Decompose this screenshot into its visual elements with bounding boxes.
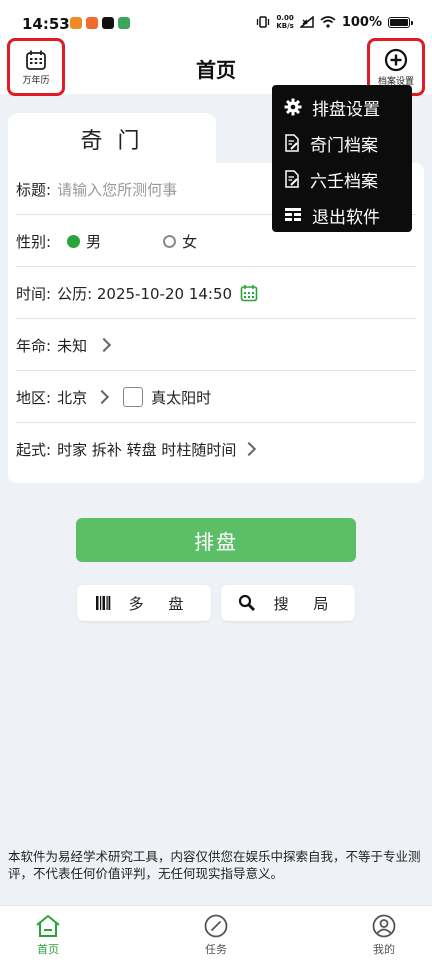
exit-icon: [285, 208, 301, 221]
document-edit-icon: [285, 170, 299, 188]
region-row: 地区: 北京 真太阳时: [8, 371, 424, 423]
life-value: 未知: [57, 336, 88, 355]
life-row[interactable]: 年命: 未知: [8, 319, 424, 371]
layout-button[interactable]: 排盘: [76, 518, 356, 562]
radio-unchecked-icon: [163, 234, 177, 248]
wifi-icon: [320, 16, 336, 28]
method-label: 起式:: [16, 440, 52, 459]
gender-male-radio[interactable]: 男: [67, 231, 101, 252]
multi-chart-button[interactable]: 多 盘: [77, 585, 211, 621]
chevron-right-icon: [242, 441, 257, 457]
time-value[interactable]: 公历: 2025-10-20 14:50: [57, 283, 232, 304]
time-label: 时间:: [16, 284, 52, 303]
nav-task[interactable]: 任务: [181, 914, 251, 957]
tab-qimen[interactable]: 奇 门: [8, 113, 216, 165]
user-icon: [372, 914, 396, 938]
time-row[interactable]: 时间: 公历: 2025-10-20 14:50: [8, 267, 424, 319]
compass-icon: [204, 914, 228, 938]
battery-icon: [388, 16, 413, 28]
nav-home[interactable]: 首页: [13, 914, 83, 957]
search-layout-button[interactable]: 搜 局: [221, 585, 355, 621]
signal-x-icon: [299, 16, 314, 28]
document-edit-icon: [285, 134, 299, 152]
calendar-icon[interactable]: [240, 284, 258, 302]
plus-circle-icon: [384, 48, 408, 71]
chevron-right-icon[interactable]: [95, 389, 110, 405]
nav-mine[interactable]: 我的: [349, 914, 419, 957]
tiktok-icon: [102, 17, 114, 29]
checkbox-icon: [123, 387, 144, 407]
radio-checked-icon: [67, 234, 81, 248]
search-icon: [238, 594, 255, 611]
chevron-right-icon: [97, 337, 112, 353]
app-notification-icon: [86, 17, 98, 29]
region-value[interactable]: 北京: [57, 387, 87, 408]
menu-item-liuren-archive[interactable]: 六壬档案: [272, 161, 412, 197]
true-solar-time-checkbox[interactable]: 真太阳时: [123, 387, 211, 408]
gender-label: 性别:: [16, 232, 52, 251]
gender-female-radio[interactable]: 女: [163, 231, 197, 252]
disclaimer-text: 本软件为易经学术研究工具，内容仅供您在娱乐中探索自我，不等于专业测评，不代表任何…: [8, 849, 421, 881]
menu-item-exit-app[interactable]: 退出软件: [272, 197, 412, 233]
barcode-icon: [95, 596, 110, 610]
status-right: 0.00 KB/s 100%: [256, 14, 413, 30]
status-app-icons: [70, 17, 130, 29]
life-label: 年命:: [16, 336, 52, 355]
method-value: 时家 拆补 转盘 时柱随时间: [57, 440, 237, 459]
method-row[interactable]: 起式: 时家 拆补 转盘 时柱随时间: [8, 423, 424, 475]
app-notification-icon: [118, 17, 130, 29]
gear-icon: [284, 98, 302, 116]
home-icon: [36, 914, 60, 937]
bottom-navigation: 首页 任务 我的: [0, 905, 432, 964]
network-speed: 0.00 KB/s: [276, 14, 294, 30]
app-notification-icon: [70, 17, 82, 29]
status-bar: 14:53 0.00 KB/s 100%: [0, 0, 432, 42]
vibrate-icon: [257, 16, 270, 28]
battery-percent: 100%: [341, 14, 382, 30]
region-label: 地区:: [16, 388, 52, 407]
status-time: 14:53: [22, 15, 70, 33]
settings-dropdown-menu: 排盘设置 奇门档案 六壬档案 退出软件: [272, 85, 412, 232]
menu-item-qimen-archive[interactable]: 奇门档案: [272, 125, 412, 161]
menu-item-layout-settings[interactable]: 排盘设置: [272, 89, 412, 125]
title-input[interactable]: 请输入您所测何事: [57, 179, 177, 200]
title-label: 标题:: [16, 180, 52, 199]
